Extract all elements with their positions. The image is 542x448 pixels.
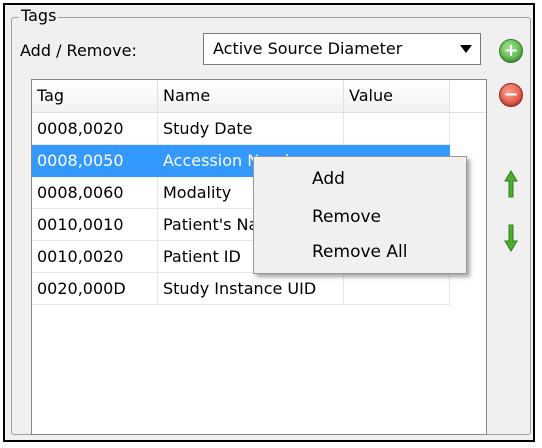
context-menu: Add Remove Remove All [253,156,467,274]
column-header-tag[interactable]: Tag [32,80,158,112]
add-remove-label: Add / Remove: [20,41,137,60]
value-cell [344,113,450,145]
dropdown-button[interactable] [453,35,479,63]
add-tag-button[interactable]: + [499,39,523,63]
tag-cell: 0010,0010 [32,209,158,241]
chevron-down-icon [460,45,472,53]
name-cell: Study Date [158,113,344,145]
menu-item-remove-all[interactable]: Remove All [312,241,407,263]
remove-tag-button[interactable]: − [499,83,523,107]
menu-item-add[interactable]: Add [312,168,345,190]
up-arrow-icon [504,170,518,198]
menu-item-remove[interactable]: Remove [312,206,381,228]
tag-cell: 0010,0020 [32,241,158,273]
group-title: Tags [19,6,59,26]
tag-cell: 0008,0060 [32,177,158,209]
name-cell: Study Instance UID [158,273,344,305]
minus-icon: − [503,84,519,105]
tags-panel: Tags Add / Remove: Active Source Diamete… [3,3,535,442]
plus-icon: + [503,40,519,61]
tag-select-value: Active Source Diameter [213,39,403,58]
down-arrow-icon [504,224,518,252]
value-cell [344,273,450,305]
tag-cell: 0020,000D [32,273,158,305]
column-header-name[interactable]: Name [158,80,344,112]
move-up-button[interactable] [503,169,519,199]
table-row[interactable]: 0008,0020 Study Date [32,113,486,145]
list-header: Tag Name Value [32,80,486,113]
tag-select-dropdown[interactable]: Active Source Diameter [203,33,481,65]
column-header-value[interactable]: Value [344,80,450,112]
tag-cell: 0008,0020 [32,113,158,145]
tag-cell: 0008,0050 [32,145,158,177]
move-down-button[interactable] [503,223,519,253]
table-row[interactable]: 0020,000D Study Instance UID [32,273,486,305]
